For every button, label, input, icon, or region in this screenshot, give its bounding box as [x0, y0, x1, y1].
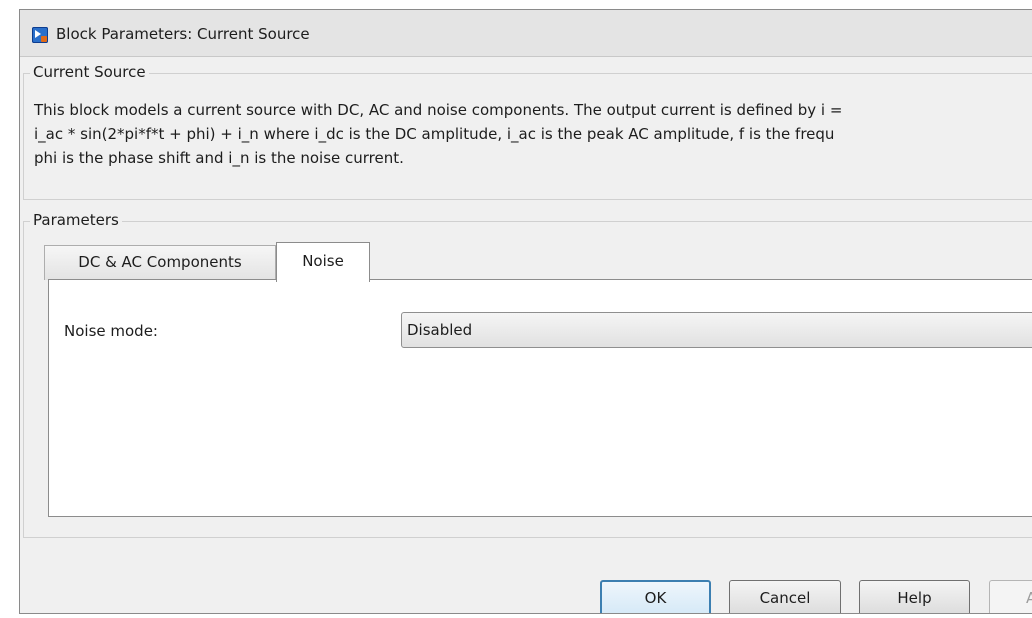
window-title: Block Parameters: Current Source — [56, 25, 310, 43]
block-parameters-dialog: Block Parameters: Current Source Current… — [19, 9, 1032, 614]
title-bar: Block Parameters: Current Source — [20, 10, 1032, 57]
noise-tab-panel: Noise mode: Disabled — [48, 279, 1032, 517]
block-description: This block models a current source with … — [34, 98, 1032, 170]
description-group: Current Source This block models a curre… — [23, 63, 1032, 200]
apply-button[interactable]: A — [989, 580, 1032, 613]
simulink-block-icon — [32, 27, 48, 43]
cancel-button[interactable]: Cancel — [729, 580, 841, 613]
ok-button[interactable]: OK — [600, 580, 711, 613]
description-line-2: i_ac * sin(2*pi*f*t + phi) + i_n where i… — [34, 125, 835, 143]
help-button[interactable]: Help — [859, 580, 970, 613]
noise-mode-label: Noise mode: — [64, 322, 158, 340]
description-group-label: Current Source — [30, 63, 149, 81]
parameters-group-label: Parameters — [30, 211, 122, 229]
tab-noise[interactable]: Noise — [276, 242, 370, 282]
description-line-3: phi is the phase shift and i_n is the no… — [34, 149, 404, 167]
tab-dc-ac-components[interactable]: DC & AC Components — [44, 245, 276, 280]
noise-mode-dropdown[interactable]: Disabled — [401, 312, 1032, 348]
noise-mode-value: Disabled — [407, 321, 473, 339]
description-line-1: This block models a current source with … — [34, 101, 843, 119]
